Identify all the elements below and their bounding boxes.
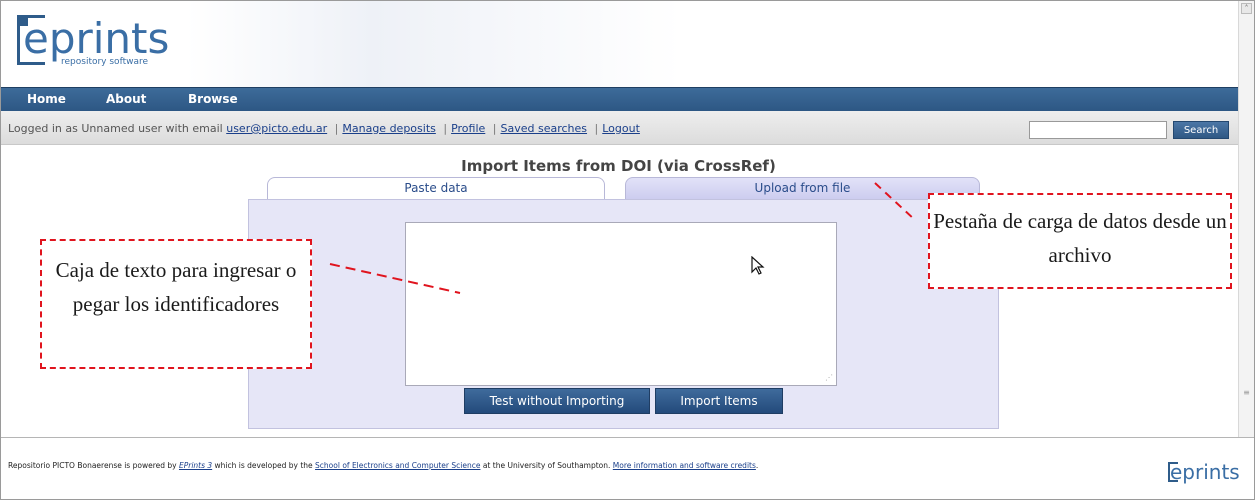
footer-text: at the University of Southampton. [480,461,613,470]
nav-item-home[interactable]: Home [27,92,66,106]
logout-link[interactable]: Logout [602,122,640,135]
scroll-up-icon[interactable]: ˄ [1241,3,1252,14]
saved-searches-link[interactable]: Saved searches [501,122,588,135]
eprints-logo[interactable]: eprints repository software [17,14,187,75]
vertical-scrollbar[interactable]: ˄ ≡ [1238,1,1254,437]
separator: | [334,122,339,135]
separator: | [594,122,599,135]
manage-deposits-link[interactable]: Manage deposits [342,122,435,135]
mouse-cursor-icon [751,256,765,275]
school-link[interactable]: School of Electronics and Computer Scien… [315,461,480,470]
footer-divider [1,437,1254,438]
page-title: Import Items from DOI (via CrossRef) [461,157,776,175]
footer-credits: Repositorio PICTO Bonaerense is powered … [8,461,758,470]
credits-link[interactable]: More information and software credits [613,461,756,470]
test-without-importing-button[interactable]: Test without Importing [464,388,650,414]
resize-grip-icon[interactable]: ⋰ [825,373,835,383]
eprints-link[interactable]: EPrints 3 [179,461,212,470]
nav-item-browse[interactable]: Browse [188,92,238,106]
main-nav: Home About Browse [1,87,1238,111]
tab-upload-from-file[interactable]: Upload from file [625,177,980,199]
footer-text: Repositorio PICTO Bonaerense is powered … [8,461,179,470]
tab-paste-data[interactable]: Paste data [267,177,605,199]
annotation-upload-tab: Pestaña de carga de datos desde un archi… [928,193,1232,289]
annotation-textbox: Caja de texto para ingresar o pegar los … [40,239,312,369]
footer-text: which is developed by the [212,461,316,470]
footer-logo-text: eprints [1170,460,1240,484]
site-header: eprints repository software [1,1,1238,87]
import-items-button[interactable]: Import Items [655,388,783,414]
login-info: Logged in as Unnamed user with email use… [8,122,640,135]
scroll-grip-icon[interactable]: ≡ [1243,387,1250,399]
search-input[interactable] [1029,121,1167,139]
identifiers-textarea[interactable] [405,222,837,386]
login-bar: Logged in as Unnamed user with email use… [1,111,1238,145]
footer-text: . [755,461,759,470]
user-email-link[interactable]: user@picto.edu.ar [226,122,327,135]
search-button[interactable]: Search [1173,121,1229,139]
nav-item-about[interactable]: About [106,92,146,106]
footer-eprints-logo[interactable]: eprints [1168,460,1240,488]
login-prefix: Logged in as Unnamed user with email [8,122,223,135]
separator: | [492,122,497,135]
separator: | [443,122,448,135]
profile-link[interactable]: Profile [451,122,485,135]
logo-subtitle: repository software [61,57,149,67]
